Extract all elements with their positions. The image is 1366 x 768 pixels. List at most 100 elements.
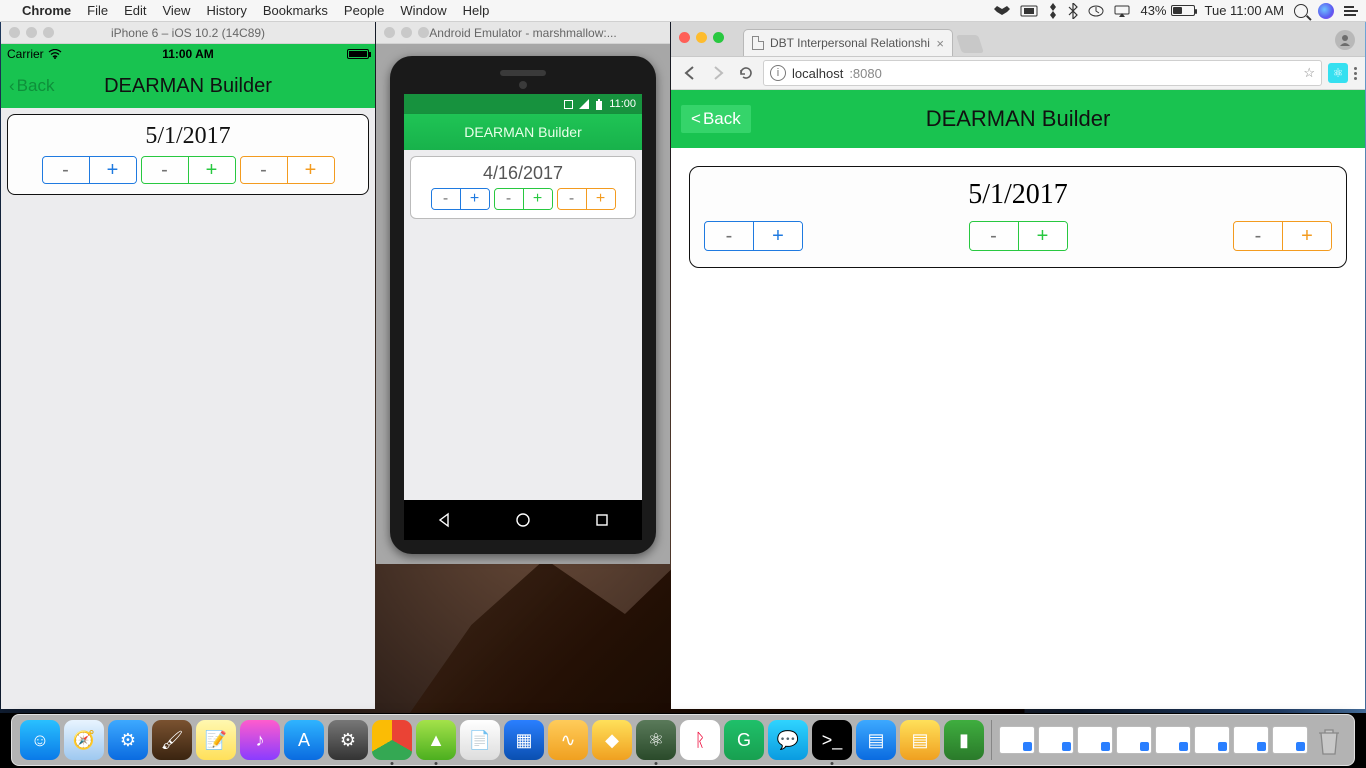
dock-audacity[interactable]: ∿ — [548, 720, 588, 760]
dock-notes[interactable]: 📝 — [196, 720, 236, 760]
chrome-profile-button[interactable] — [1335, 30, 1355, 50]
ios-orange-plus[interactable]: + — [288, 157, 334, 183]
dock-mini-window[interactable] — [999, 726, 1035, 754]
menu-extra-icon[interactable] — [1048, 3, 1058, 19]
dock-finder[interactable]: ☺ — [20, 720, 60, 760]
display-icon[interactable] — [1020, 5, 1038, 17]
dock-mini-window[interactable] — [1194, 726, 1230, 754]
dock-itunes[interactable]: ♪ — [240, 720, 280, 760]
battery-status[interactable]: 43% — [1140, 3, 1194, 18]
menu-file[interactable]: File — [87, 3, 108, 18]
and-blue-plus[interactable]: + — [461, 189, 489, 209]
web-nav-title: DEARMAN Builder — [671, 106, 1365, 132]
dock-trash[interactable] — [1312, 720, 1346, 760]
android-recent-key[interactable] — [594, 512, 610, 528]
android-back-key[interactable] — [436, 512, 452, 528]
and-orange-plus[interactable]: + — [587, 189, 615, 209]
phone-speaker — [500, 70, 546, 76]
web-green-plus[interactable]: + — [1019, 222, 1067, 250]
ios-orange-minus[interactable]: - — [241, 157, 287, 183]
android-screen: 11:00 DEARMAN Builder 4/16/2017 - + - + — [404, 94, 642, 540]
web-green-minus[interactable]: - — [970, 222, 1018, 250]
android-titlebar[interactable]: Android Emulator - marshmallow:... — [376, 22, 670, 44]
spotlight-icon[interactable] — [1294, 4, 1308, 18]
dock-sketch[interactable]: ◆ — [592, 720, 632, 760]
ios-traffic-lights[interactable] — [9, 27, 54, 38]
menu-people[interactable]: People — [344, 3, 384, 18]
dock-safari[interactable]: 🧭 — [64, 720, 104, 760]
ios-sim-titlebar[interactable]: iPhone 6 – iOS 10.2 (14C89) — [1, 22, 375, 44]
battery-pct: 43% — [1140, 3, 1166, 18]
dock-books[interactable]: ▮ — [944, 720, 984, 760]
dock-settings[interactable]: ⚙ — [328, 720, 368, 760]
android-traffic-lights[interactable] — [384, 27, 429, 38]
dock-xcode3[interactable]: ▤ — [856, 720, 896, 760]
dock-atom[interactable]: ⚛ — [636, 720, 676, 760]
web-blue-plus[interactable]: + — [754, 222, 802, 250]
dock-androidstudio[interactable]: ▲ — [416, 720, 456, 760]
dock-mini-window[interactable] — [1233, 726, 1269, 754]
android-status-icon — [564, 100, 573, 109]
ios-green-plus[interactable]: + — [189, 157, 235, 183]
chrome-reload-button[interactable] — [735, 62, 757, 84]
web-back-button[interactable]: < Back — [681, 105, 751, 133]
ios-back-button[interactable]: ‹ Back — [1, 76, 62, 96]
menu-bookmarks[interactable]: Bookmarks — [263, 3, 328, 18]
web-blue-minus[interactable]: - — [705, 222, 753, 250]
menu-view[interactable]: View — [162, 3, 190, 18]
dock-mini-window[interactable] — [1038, 726, 1074, 754]
dock-xcode2[interactable]: 🖌 — [152, 720, 192, 760]
android-app-body: 4/16/2017 - + - + - + — [404, 150, 642, 500]
menu-help[interactable]: Help — [463, 3, 490, 18]
dropbox-icon[interactable] — [994, 4, 1010, 18]
dock-terminal[interactable]: >_ — [812, 720, 852, 760]
web-orange-minus[interactable]: - — [1234, 222, 1282, 250]
dock-mini-window[interactable] — [1077, 726, 1113, 754]
menu-edit[interactable]: Edit — [124, 3, 146, 18]
react-devtools-extension-icon[interactable]: ⚛ — [1328, 63, 1348, 83]
timemachine-icon[interactable] — [1088, 4, 1104, 18]
chrome-tab[interactable]: DBT Interpersonal Relationshi × — [743, 29, 953, 56]
dock-keynote[interactable]: ▦ — [504, 720, 544, 760]
and-orange-minus[interactable]: - — [558, 189, 586, 209]
android-stepper-blue: - + — [431, 188, 490, 210]
ios-blue-minus[interactable]: - — [43, 157, 89, 183]
dock-numbers[interactable]: ▤ — [900, 720, 940, 760]
and-green-minus[interactable]: - — [495, 189, 523, 209]
site-info-icon[interactable]: i — [770, 65, 786, 81]
new-tab-button[interactable] — [956, 35, 984, 53]
menu-window[interactable]: Window — [400, 3, 446, 18]
menu-app[interactable]: Chrome — [22, 3, 71, 18]
android-home-key[interactable] — [515, 512, 531, 528]
dock-chrome[interactable] — [372, 720, 412, 760]
clock[interactable]: Tue 11:00 AM — [1205, 3, 1285, 18]
chrome-menu-icon[interactable] — [1354, 67, 1357, 80]
and-green-plus[interactable]: + — [524, 189, 552, 209]
tab-close-icon[interactable]: × — [936, 36, 944, 51]
bluetooth-icon[interactable] — [1068, 3, 1078, 19]
dock-mini-window[interactable] — [1272, 726, 1308, 754]
bookmark-star-icon[interactable]: ☆ — [1303, 65, 1315, 81]
dock-grammarly[interactable]: G — [724, 720, 764, 760]
siri-icon[interactable] — [1318, 3, 1334, 19]
ios-green-minus[interactable]: - — [142, 157, 188, 183]
airplay-icon[interactable] — [1114, 5, 1130, 17]
dock-mini-window[interactable] — [1116, 726, 1152, 754]
dock-appstore[interactable]: A — [284, 720, 324, 760]
web-orange-plus[interactable]: + — [1283, 222, 1331, 250]
menu-history[interactable]: History — [206, 3, 246, 18]
android-signal-icon — [579, 99, 589, 109]
chrome-traffic-lights[interactable] — [679, 32, 724, 43]
dock-pages[interactable]: 📄 — [460, 720, 500, 760]
dock-xcode[interactable]: ⚙ — [108, 720, 148, 760]
notification-center-icon[interactable] — [1344, 6, 1358, 16]
chrome-address-bar[interactable]: i localhost:8080 ☆ — [763, 60, 1322, 86]
and-blue-minus[interactable]: - — [432, 189, 460, 209]
chrome-forward-button[interactable] — [707, 62, 729, 84]
chrome-tab-strip: DBT Interpersonal Relationshi × — [671, 22, 1365, 56]
ios-blue-plus[interactable]: + — [90, 157, 136, 183]
dock-mini-window[interactable] — [1155, 726, 1191, 754]
chrome-back-button[interactable] — [679, 62, 701, 84]
dock-gitkraken[interactable]: ᚱ — [680, 720, 720, 760]
dock-messages[interactable]: 💬 — [768, 720, 808, 760]
